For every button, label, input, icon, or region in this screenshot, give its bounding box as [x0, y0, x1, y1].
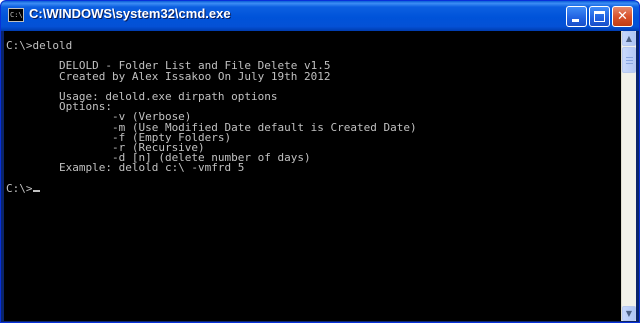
grip-line: [626, 57, 633, 58]
window-title: C:\WINDOWS\system32\cmd.exe: [29, 6, 231, 21]
scroll-up-button[interactable]: ▲: [622, 31, 636, 46]
grip-line: [626, 60, 633, 61]
minimize-icon: [572, 19, 579, 22]
text-cursor: [32, 189, 40, 192]
minimize-button[interactable]: [566, 6, 587, 27]
close-icon: ✕: [617, 9, 628, 24]
maximize-icon: [594, 11, 605, 22]
vertical-scrollbar[interactable]: ▲ ▼: [621, 31, 636, 321]
cmd-window: C:\ C:\WINDOWS\system32\cmd.exe ✕ C:\>de…: [0, 0, 640, 323]
console-output[interactable]: C:\>delold DELOLD - Folder List and File…: [6, 41, 618, 319]
title-bar[interactable]: C:\ C:\WINDOWS\system32\cmd.exe ✕: [1, 1, 639, 31]
scroll-thumb[interactable]: [622, 47, 636, 73]
grip-line: [626, 63, 633, 64]
console-text: C:\>delold DELOLD - Folder List and File…: [6, 41, 417, 195]
arrow-up-icon: ▲: [625, 34, 633, 43]
close-button[interactable]: ✕: [612, 6, 633, 27]
scroll-down-button[interactable]: ▼: [622, 306, 636, 321]
arrow-down-icon: ▼: [625, 309, 633, 318]
maximize-button[interactable]: [589, 6, 610, 27]
cmd-icon[interactable]: C:\: [8, 8, 24, 22]
console-area[interactable]: C:\>delold DELOLD - Folder List and File…: [4, 31, 636, 321]
